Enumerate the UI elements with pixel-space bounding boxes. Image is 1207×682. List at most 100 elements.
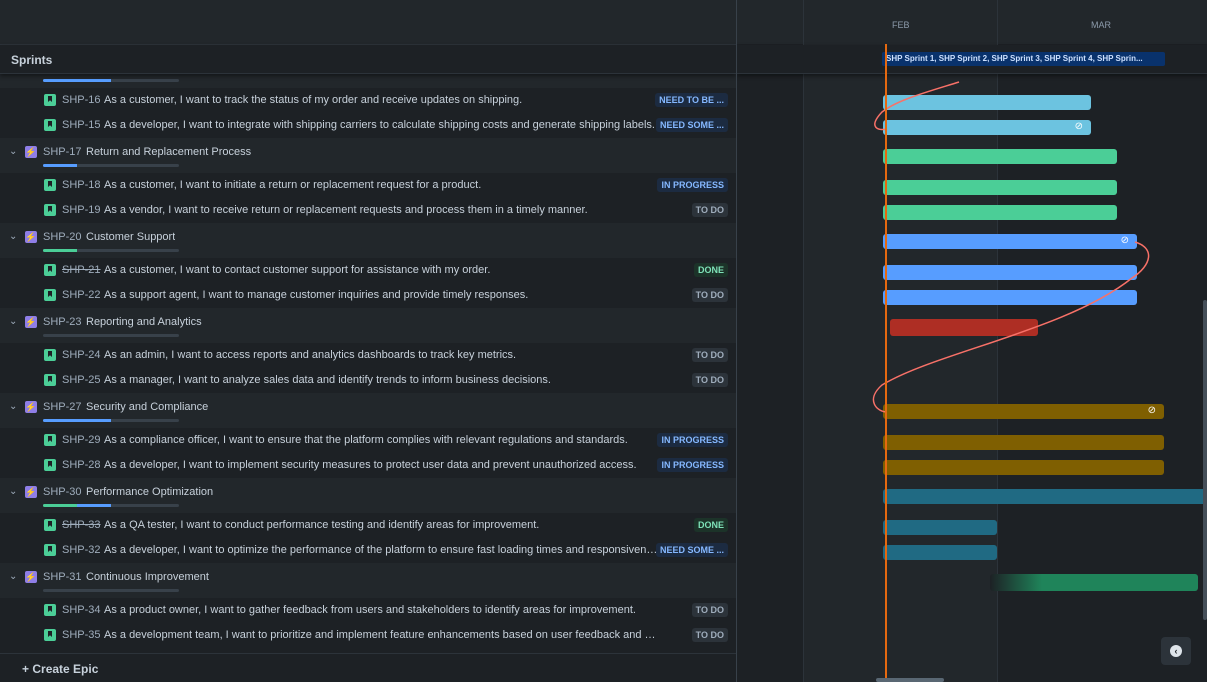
issue-summary: As a developer, I want to optimize the p… — [104, 544, 660, 556]
epic-row[interactable]: ⌄ ⚡ SHP-20 Customer Support — [0, 223, 736, 258]
story-icon — [44, 604, 56, 616]
epic-row[interactable]: ⌄ ⚡ SHP-30 Performance Optimization — [0, 478, 736, 513]
epic-progress-bar — [43, 249, 179, 252]
status-badge[interactable]: IN PROGRESS — [657, 178, 728, 192]
issue-summary: As a manager, I want to analyze sales da… — [104, 374, 551, 386]
status-badge[interactable]: TO DO — [691, 348, 728, 362]
issue-summary: As a customer, I want to initiate a retu… — [104, 179, 482, 191]
issue-key[interactable]: SHP-23 — [43, 316, 82, 328]
progress-in-progress — [43, 79, 111, 82]
issue-key[interactable]: SHP-34 — [62, 604, 101, 616]
story-row[interactable]: SHP-22 As a support agent, I want to mana… — [0, 283, 736, 308]
create-epic-button[interactable]: + Create Epic — [0, 653, 736, 682]
story-row[interactable]: SHP-34 As a product owner, I want to gath… — [0, 598, 736, 623]
chevron-down-icon[interactable]: ⌄ — [9, 231, 17, 242]
status-badge[interactable]: DONE — [693, 518, 728, 532]
issue-list-panel: Sprints ⌄⚡SHP-14Shipping IntegrationSHP-… — [0, 0, 736, 682]
issue-key[interactable]: SHP-16 — [62, 94, 101, 106]
epic-icon: ⚡ — [25, 401, 37, 413]
story-icon — [44, 434, 56, 446]
story-row[interactable]: SHP-28 As a developer, I want to implemen… — [0, 453, 736, 478]
story-row[interactable]: SHP-35 As a development team, I want to p… — [0, 623, 736, 648]
issue-key[interactable]: SHP-20 — [43, 231, 82, 243]
issue-summary: As a product owner, I want to gather fee… — [104, 604, 636, 616]
horizontal-scrollbar[interactable] — [876, 678, 944, 682]
issue-key[interactable]: SHP-30 — [43, 486, 82, 498]
story-icon — [44, 374, 56, 386]
story-icon — [44, 94, 56, 106]
story-row[interactable]: SHP-24 As an admin, I want to access repo… — [0, 343, 736, 368]
chevron-down-icon[interactable]: ⌄ — [9, 401, 17, 412]
epic-row[interactable]: ⌄⚡SHP-14Shipping Integration — [0, 73, 736, 88]
status-badge[interactable]: TO DO — [691, 373, 728, 387]
issue-key[interactable]: SHP-35 — [62, 629, 101, 641]
status-badge[interactable]: TO DO — [691, 203, 728, 217]
issue-key[interactable]: SHP-28 — [62, 459, 101, 471]
issue-key[interactable]: SHP-17 — [43, 146, 82, 158]
status-badge[interactable]: NEED SOME ... — [655, 118, 728, 132]
story-row[interactable]: SHP-18 As a customer, I want to initiate … — [0, 173, 736, 198]
chevron-down-icon[interactable]: ⌄ — [9, 571, 17, 582]
epic-row[interactable]: ⌄ ⚡ SHP-27 Security and Compliance — [0, 393, 736, 428]
issue-key[interactable]: SHP-15 — [62, 119, 101, 131]
sprints-header-row[interactable]: Sprints — [0, 45, 736, 74]
story-row[interactable]: SHP-15 As a developer, I want to integrat… — [0, 113, 736, 138]
issue-summary: As a development team, I want to priorit… — [104, 629, 660, 641]
story-row[interactable]: SHP-16 As a customer, I want to track the… — [0, 88, 736, 113]
epic-row[interactable]: ⌄ ⚡ SHP-17 Return and Replacement Process — [0, 138, 736, 173]
epic-row[interactable]: ⌄ ⚡ SHP-23 Reporting and Analytics — [0, 308, 736, 343]
status-badge[interactable]: NEED SOME ... — [655, 543, 728, 557]
story-row[interactable]: SHP-32 As a developer, I want to optimize… — [0, 538, 736, 563]
issue-summary: As a customer, I want to contact custome… — [104, 264, 491, 276]
issue-key[interactable]: SHP-32 — [62, 544, 101, 556]
story-row[interactable]: SHP-21 As a customer, I want to contact c… — [0, 258, 736, 283]
issue-summary: As a compliance officer, I want to ensur… — [104, 434, 628, 446]
issue-key[interactable]: SHP-27 — [43, 401, 82, 413]
issue-key[interactable]: SHP-33 — [62, 519, 101, 531]
story-icon — [44, 119, 56, 131]
status-badge[interactable]: TO DO — [691, 288, 728, 302]
issue-summary: As a support agent, I want to manage cus… — [104, 289, 529, 301]
issue-key[interactable]: SHP-25 — [62, 374, 101, 386]
chevron-down-icon[interactable]: ⌄ — [9, 146, 17, 157]
vertical-scrollbar[interactable] — [1203, 300, 1207, 620]
epic-progress-bar — [43, 504, 179, 507]
chevron-down-icon[interactable]: ⌄ — [9, 486, 17, 497]
issue-summary: As a customer, I want to track the statu… — [104, 94, 523, 106]
epic-icon: ⚡ — [25, 486, 37, 498]
story-icon — [44, 629, 56, 641]
issue-key[interactable]: SHP-18 — [62, 179, 101, 191]
issue-key[interactable]: SHP-19 — [62, 204, 101, 216]
issue-key[interactable]: SHP-29 — [62, 434, 101, 446]
status-badge[interactable]: DONE — [693, 263, 728, 277]
story-row[interactable]: SHP-29 As a compliance officer, I want to… — [0, 428, 736, 453]
epic-progress-bar — [43, 164, 179, 167]
story-row[interactable]: SHP-19 As a vendor, I want to receive ret… — [0, 198, 736, 223]
issue-summary: Customer Support — [86, 231, 176, 243]
issue-key[interactable]: SHP-21 — [62, 264, 101, 276]
issue-key[interactable]: SHP-22 — [62, 289, 101, 301]
issue-summary: Return and Replacement Process — [86, 146, 252, 158]
epic-row[interactable]: ⌄ ⚡ SHP-31 Continuous Improvement — [0, 563, 736, 598]
status-badge[interactable]: TO DO — [691, 628, 728, 642]
issue-summary: Security and Compliance — [86, 401, 209, 413]
story-row[interactable]: SHP-25 As a manager, I want to analyze sa… — [0, 368, 736, 393]
issue-key[interactable]: SHP-31 — [43, 571, 82, 583]
status-badge[interactable]: TO DO — [691, 603, 728, 617]
chevron-down-icon[interactable]: ⌄ — [9, 316, 17, 327]
story-icon — [44, 459, 56, 471]
collapse-panel-button[interactable]: ‹ — [1161, 637, 1191, 665]
issue-summary: Continuous Improvement — [86, 571, 209, 583]
status-badge[interactable]: IN PROGRESS — [657, 433, 728, 447]
story-icon — [44, 264, 56, 276]
issue-key[interactable]: SHP-24 — [62, 349, 101, 361]
issue-summary: As a developer, I want to implement secu… — [104, 459, 637, 471]
plus-icon: + — [22, 662, 30, 676]
panel-resize-handle[interactable] — [736, 0, 737, 682]
status-badge[interactable]: NEED TO BE ... — [655, 93, 728, 107]
issue-summary: As a QA tester, I want to conduct perfor… — [104, 519, 540, 531]
status-badge[interactable]: IN PROGRESS — [657, 458, 728, 472]
issue-summary: As an admin, I want to access reports an… — [104, 349, 517, 361]
progress-in-progress — [77, 504, 111, 507]
story-row[interactable]: SHP-33 As a QA tester, I want to conduct … — [0, 513, 736, 538]
